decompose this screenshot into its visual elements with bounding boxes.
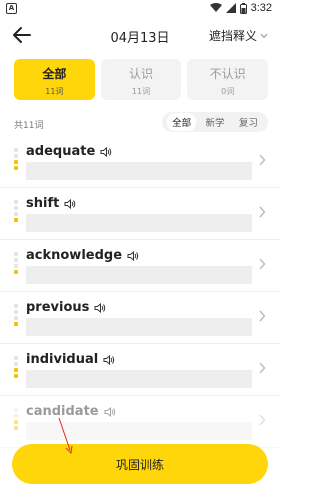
speaker-icon[interactable] xyxy=(94,302,106,313)
mastery-dots xyxy=(14,408,20,432)
word-text-wrap: previous xyxy=(26,300,106,315)
word-text: individual xyxy=(26,352,99,367)
tab-label: 全部 xyxy=(42,67,67,81)
word-row[interactable]: individual xyxy=(0,344,280,396)
speaker-icon[interactable] xyxy=(64,198,76,209)
word-row[interactable]: adequate xyxy=(0,136,280,188)
battery-icon xyxy=(239,2,247,14)
tab-all[interactable]: 全部 11词 xyxy=(14,59,95,100)
word-text-wrap: candidate xyxy=(26,404,116,419)
word-text: shift xyxy=(26,196,60,211)
speaker-icon[interactable] xyxy=(104,406,116,417)
speaker-icon[interactable] xyxy=(100,146,112,157)
word-text: candidate xyxy=(26,404,99,419)
meaning-mask[interactable] xyxy=(26,266,252,284)
mastery-dots xyxy=(14,252,20,276)
tab-unknown[interactable]: 不认识 0词 xyxy=(187,59,269,100)
chevron-right-icon xyxy=(259,310,266,322)
mastery-dots xyxy=(14,356,20,380)
chevron-right-icon xyxy=(259,362,266,374)
chevron-right-icon xyxy=(259,206,266,218)
word-text-wrap: adequate xyxy=(26,144,112,159)
speaker-icon[interactable] xyxy=(103,354,115,365)
chevron-right-icon xyxy=(259,154,266,166)
status-time: 3:32 xyxy=(250,2,272,14)
tab-count: 11词 xyxy=(45,87,64,96)
word-text: adequate xyxy=(26,144,96,159)
filter-review[interactable]: 复习 xyxy=(234,113,263,131)
tab-label: 不认识 xyxy=(209,67,246,81)
filter-new[interactable]: 新学 xyxy=(200,113,229,131)
meaning-mask[interactable] xyxy=(26,422,252,440)
mastery-dots xyxy=(14,304,20,328)
meaning-mask[interactable] xyxy=(26,162,252,180)
wifi-icon xyxy=(209,3,222,12)
status-right: 3:32 xyxy=(209,2,272,14)
word-text-wrap: acknowledge xyxy=(26,248,139,263)
meaning-mask[interactable] xyxy=(26,318,252,336)
word-text-wrap: shift xyxy=(26,196,76,211)
meaning-mask[interactable] xyxy=(26,370,252,388)
consolidate-training-button[interactable]: 巩固训练 xyxy=(12,444,268,484)
tab-count: 11词 xyxy=(131,87,151,96)
word-row[interactable]: candidate xyxy=(0,396,280,448)
word-text-wrap: individual xyxy=(26,352,115,367)
speaker-icon[interactable] xyxy=(127,250,139,261)
chevron-down-icon xyxy=(260,33,268,38)
mastery-dots xyxy=(14,200,20,224)
word-list: adequate shift acknowledge previous indi… xyxy=(0,136,280,448)
tab-count: 0词 xyxy=(221,87,235,96)
mastery-dots xyxy=(14,148,20,172)
status-bar: A 3:32 xyxy=(0,0,280,18)
filter-segment: 全部 新学 复习 xyxy=(162,112,268,132)
word-row[interactable]: acknowledge xyxy=(0,240,280,292)
signal-icon xyxy=(225,3,236,13)
chevron-right-icon xyxy=(259,414,266,426)
nav-bar: 04月13日 遮挡释义 xyxy=(0,22,280,48)
word-text: previous xyxy=(26,300,90,315)
filter-all[interactable]: 全部 xyxy=(167,113,197,131)
mask-meaning-dropdown[interactable]: 遮挡释义 xyxy=(209,27,268,44)
mask-meaning-label: 遮挡释义 xyxy=(208,29,257,43)
meaning-mask[interactable] xyxy=(26,214,252,232)
category-tabs: 全部 11词 认识 11词 不认识 0词 xyxy=(14,59,269,100)
tab-label: 认识 xyxy=(129,67,154,81)
word-row[interactable]: shift xyxy=(0,188,280,240)
app-notification-icon: A xyxy=(6,3,17,14)
tab-known[interactable]: 认识 11词 xyxy=(100,59,182,100)
chevron-right-icon xyxy=(259,258,266,270)
word-text: acknowledge xyxy=(26,248,123,263)
word-row[interactable]: previous xyxy=(0,292,280,344)
word-total: 共11词 xyxy=(14,121,44,131)
